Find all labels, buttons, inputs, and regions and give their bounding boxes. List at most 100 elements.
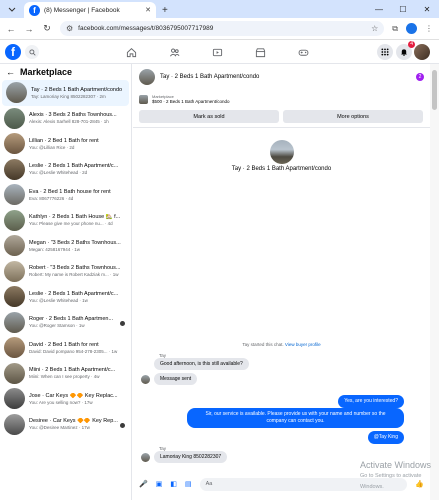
bookmark-star-icon[interactable]: ☆ [371, 24, 378, 33]
conversation-item[interactable]: Robert · "3 Beds 2 Baths Townhous... Robe… [0, 259, 131, 285]
browser-profile-avatar[interactable] [406, 23, 417, 34]
photo-icon[interactable]: ▣ [156, 480, 163, 488]
message-bubble-out[interactable]: @Tay King [367, 431, 404, 444]
thread-scrollbar[interactable] [430, 64, 439, 500]
conversation-thumbnail [4, 337, 25, 359]
conversation-name: Alexis · 3 Beds 2 Baths Townhous... [29, 112, 117, 119]
conversation-item[interactable]: Miini · 2 Beds 1 Bath Apartment/c... Miin… [0, 361, 131, 387]
chat-header-avatar[interactable] [139, 69, 155, 85]
back-button[interactable]: ← [6, 24, 16, 34]
search-icon [28, 48, 36, 56]
mark-as-sold-button[interactable]: Mark as sold [139, 110, 279, 123]
browser-toolbar: ← → ↻ ⚙ facebook.com/messages/t/80367950… [0, 18, 439, 40]
chat-info-badge[interactable]: 2 [416, 73, 424, 81]
conversation-thumbnail [4, 235, 25, 257]
conversation-item[interactable]: Kathlyn · 2 Beds 1 Bath House 🏡 f... You:… [0, 208, 131, 234]
close-window-button[interactable]: ✕ [415, 0, 439, 18]
conversation-thumbnail [4, 260, 25, 282]
message-bubble-in[interactable]: Lamoriay King 8502282307 [154, 451, 228, 463]
tab-search-button[interactable] [0, 0, 24, 18]
tab-title: (8) Messenger | Facebook [44, 6, 120, 14]
facebook-header: f 4 [0, 40, 439, 64]
conversation-item[interactable]: Eva · 2 Bed 1 Bath house for rent Eva: 80… [0, 182, 131, 208]
conversation-item[interactable]: Leslie · 2 Beds 1 Bath Apartment/c... You… [0, 157, 131, 183]
message-bubble-out[interactable]: Yes, are you interested? [338, 395, 404, 408]
message-row-in: Good afternoon, is this still available? [141, 358, 249, 370]
conversation-text: Desiree · Car Keys 🔶🔶 Key Rep... You: @De… [29, 418, 127, 430]
message-bubble-in[interactable]: Message sent [154, 373, 198, 385]
gif-icon[interactable]: ▤ [185, 480, 192, 488]
nav-gaming-icon[interactable] [295, 44, 311, 60]
message-row-in: Message sent [141, 373, 198, 385]
conversation-text: Megan · "3 Beds 2 Baths Townhous... Megan… [29, 240, 127, 252]
chat-start-text: Tay started this chat. [242, 342, 284, 347]
thread-scrollbar-thumb[interactable] [432, 70, 437, 110]
nav-friends-icon[interactable] [166, 44, 182, 60]
nav-home-icon[interactable] [123, 44, 139, 60]
conversation-thumbnail [4, 184, 25, 206]
extensions-icon[interactable]: ⧉ [392, 24, 398, 34]
conversation-thumbnail [4, 158, 25, 180]
view-buyer-profile-link[interactable]: View buyer profile [285, 342, 321, 347]
microphone-icon[interactable]: 🎤 [139, 480, 148, 488]
reload-button[interactable]: ↻ [42, 23, 52, 34]
conversation-item[interactable]: Leslie · 2 Beds 1 Bath Apartment/c... You… [0, 284, 131, 310]
notifications-button[interactable]: 4 [396, 41, 415, 60]
conversation-name: Eva · 2 Bed 1 Bath house for rent [29, 188, 111, 195]
facebook-search-button[interactable] [25, 45, 39, 59]
message-bubble-out[interactable]: Sir, our service is available. Please pr… [187, 408, 404, 428]
bell-icon [401, 49, 407, 56]
conversation-item[interactable]: David · 2 Bed 1 Bath for rent David: Davi… [0, 335, 131, 361]
minimize-button[interactable]: — [367, 0, 391, 18]
site-info-icon[interactable]: ⚙ [66, 24, 73, 33]
conversation-name: Desiree · Car Keys 🔶🔶 Key Rep... [29, 418, 118, 425]
forward-button[interactable]: → [24, 24, 34, 34]
browser-tab-messenger[interactable]: f (8) Messenger | Facebook ✕ [24, 2, 156, 18]
conversation-preview: You: @Roger Stamson · 1w [29, 323, 85, 329]
new-tab-button[interactable]: + [162, 5, 168, 16]
conversation-preview: You: @Leslie Whitehead · 1w [29, 297, 88, 303]
conversation-thumbnail [4, 209, 25, 231]
chat-header-title[interactable]: Tay · 2 Beds 1 Bath Apartment/condo [160, 74, 411, 80]
conversation-item[interactable]: Desiree · Car Keys 🔶🔶 Key Rep... You: @De… [0, 412, 131, 438]
conversation-preview: Tay: Lamoriay King 8502282307 · 2m [31, 93, 106, 99]
conversation-item[interactable]: Lillian · 2 Bed 1 Bath for rent You: @Lil… [0, 131, 131, 157]
conversation-name: Robert · "3 Beds 2 Baths Townhous... [29, 265, 121, 272]
conversation-thumbnail [4, 413, 25, 435]
account-avatar[interactable] [414, 44, 430, 60]
sidebar-header: ← Marketplace [0, 64, 131, 80]
conversation-preview: You: Please give me your phone nu... · 4… [29, 221, 113, 227]
conversation-preview: You: Are you selling now? · 17w [29, 399, 93, 405]
facebook-logo[interactable]: f [5, 44, 21, 60]
conversation-item[interactable]: Roger · 2 Beds 1 Bath Apartmen... You: @R… [0, 310, 131, 336]
conversation-name: Jose · Car Keys 🔶🔶 Key Replac... [29, 392, 118, 399]
message-line: company can contact you. [266, 418, 325, 424]
browser-menu-icon[interactable]: ⋮ [425, 24, 433, 33]
thread-title: Tay · 2 Beds 1 Bath Apartment/condo [231, 166, 332, 172]
conversation-list: Tay · 2 Beds 1 Bath Apartment/condo Tay: … [0, 80, 131, 437]
tab-close-icon[interactable]: ✕ [145, 6, 151, 14]
message-bubble-in[interactable]: Good afternoon, is this still available? [154, 358, 249, 370]
conversation-text: Robert · "3 Beds 2 Baths Townhous... Robe… [29, 265, 127, 277]
address-bar[interactable]: ⚙ facebook.com/messages/t/80367950077179… [60, 21, 385, 36]
conversation-item[interactable]: Jose · Car Keys 🔶🔶 Key Replac... You: Are… [0, 386, 131, 412]
message-line: Sir, our service is available. Please pr… [205, 411, 386, 417]
conversation-item[interactable]: Alexis · 3 Beds 2 Baths Townhous... Alexi… [0, 106, 131, 132]
conversation-preview: You: @Desiree Martinez · 17w [29, 425, 90, 431]
conversation-text: Lillian · 2 Bed 1 Bath for rent You: @Lil… [29, 138, 127, 150]
listing-summary[interactable]: Marketplace $500 · 2 Beds 1 Bath Apartme… [139, 94, 423, 104]
message-avatar [141, 452, 150, 462]
nav-marketplace-icon[interactable] [252, 44, 268, 60]
conversation-name: Megan · "3 Beds 2 Baths Townhous... [29, 239, 121, 246]
thread-avatar [270, 140, 294, 164]
conversation-item[interactable]: Megan · "3 Beds 2 Baths Townhous... Megan… [0, 233, 131, 259]
maximize-button[interactable]: ☐ [391, 0, 415, 18]
back-arrow-icon[interactable]: ← [6, 67, 15, 77]
chat-header: Tay · 2 Beds 1 Bath Apartment/condo 2 [133, 64, 430, 90]
menu-grid-button[interactable] [377, 44, 393, 60]
more-options-button[interactable]: More options [283, 110, 423, 123]
sticker-icon[interactable]: ◧ [170, 480, 177, 488]
conversation-item[interactable]: Tay · 2 Beds 1 Bath Apartment/condo Tay: … [2, 80, 129, 106]
nav-watch-icon[interactable] [209, 44, 225, 60]
message-row-in: Lamoriay King 8502282307 [141, 451, 228, 463]
